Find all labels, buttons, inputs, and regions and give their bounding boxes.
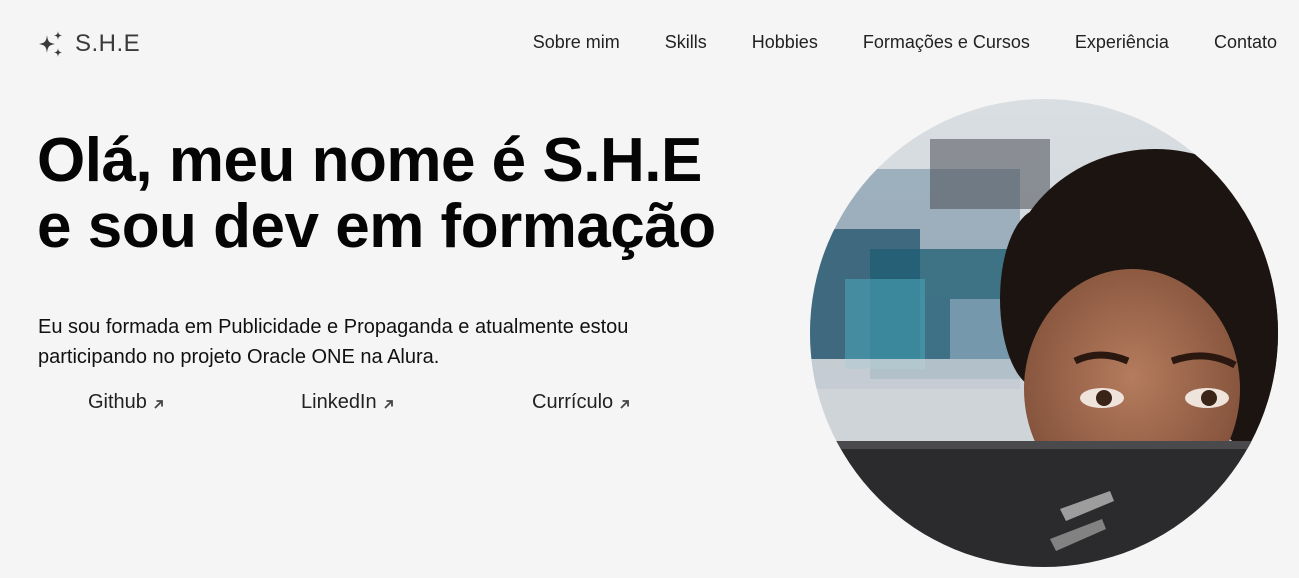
hero-title: Olá, meu nome é S.H.E e sou dev em forma… <box>37 128 797 260</box>
brand-logo[interactable]: S.H.E <box>37 28 140 60</box>
github-link[interactable]: Github <box>88 391 164 414</box>
curriculo-link[interactable]: Currículo <box>532 391 630 414</box>
linkedin-link-label: LinkedIn <box>301 391 377 413</box>
hero-title-line-2: e sou dev em formação <box>37 192 716 261</box>
arrow-up-right-icon <box>154 399 163 409</box>
nav-experiencia[interactable]: Experiência <box>1075 32 1169 53</box>
github-link-label: Github <box>88 391 147 413</box>
nav-contato[interactable]: Contato <box>1214 32 1277 53</box>
arrow-up-right-icon <box>620 399 630 409</box>
linkedin-link[interactable]: LinkedIn <box>301 391 394 414</box>
hero-description-line-1: Eu sou formada em Publicidade e Propagan… <box>38 316 629 338</box>
nav-formacoes-e-cursos[interactable]: Formações e Cursos <box>863 32 1030 53</box>
social-links: Github LinkedIn Currículo <box>88 391 708 419</box>
nav-sobre-mim[interactable]: Sobre mim <box>533 32 620 53</box>
profile-photo <box>810 99 1278 567</box>
arrow-up-right-icon <box>383 399 393 409</box>
curriculo-link-label: Currículo <box>532 391 614 413</box>
site-header: S.H.E Sobre mim Skills Hobbies Formações… <box>0 0 1299 88</box>
sparkles-icon <box>39 31 62 57</box>
nav-hobbies[interactable]: Hobbies <box>752 32 818 53</box>
brand-name: S.H.E <box>75 30 141 57</box>
hero-title-line-1: Olá, meu nome é S.H.E <box>37 126 702 195</box>
nav-skills[interactable]: Skills <box>665 32 707 53</box>
hero-description: Eu sou formada em Publicidade e Propagan… <box>38 312 758 372</box>
hero-description-line-2: participando no projeto Oracle ONE na Al… <box>38 346 440 368</box>
main-nav: Sobre mim Skills Hobbies Formações e Cur… <box>533 32 1277 53</box>
